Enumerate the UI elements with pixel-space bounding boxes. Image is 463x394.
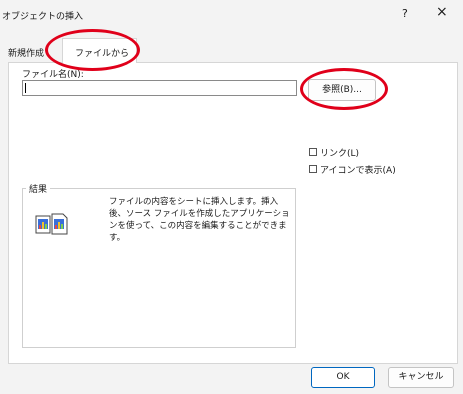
link-checkbox-label[interactable]: リンク(L) <box>320 146 359 159</box>
display-as-icon-label[interactable]: アイコンで表示(A) <box>320 163 396 176</box>
text-caret <box>25 83 26 93</box>
ok-button[interactable]: OK <box>311 367 375 388</box>
display-as-icon-checkbox[interactable] <box>309 165 317 173</box>
file-name-input[interactable] <box>22 80 297 96</box>
dialog-title: オブジェクトの挿入 <box>2 12 84 22</box>
result-description: ファイルの内容をシートに挿入します。挿入後、ソース ファイルを作成したアプリケー… <box>109 197 290 243</box>
tab-create-new[interactable]: 新規作成 <box>8 46 44 68</box>
embedded-object-icon <box>35 212 69 236</box>
cancel-button[interactable]: キャンセル <box>388 367 454 388</box>
help-button[interactable]: ? <box>402 7 408 20</box>
close-button[interactable]: × <box>436 5 448 19</box>
result-group-title: 結果 <box>26 182 51 195</box>
link-checkbox[interactable] <box>309 148 317 156</box>
highlight-ring-browse <box>300 68 388 110</box>
highlight-ring-tab <box>45 29 140 71</box>
